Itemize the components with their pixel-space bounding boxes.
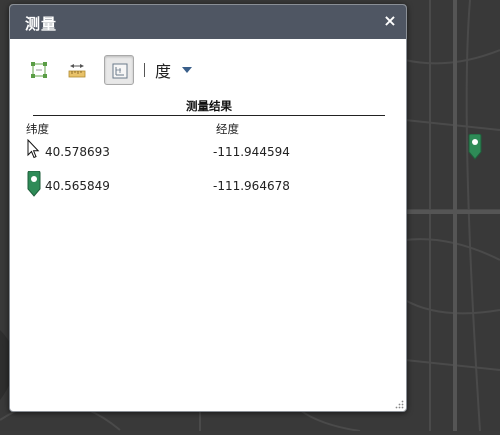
close-button[interactable]: × <box>382 12 398 30</box>
unit-selected-label: 度 <box>155 62 172 81</box>
measure-panel: 测量 × 度 测量结果 纬度 经度 40.578693 -111.944594 … <box>9 4 407 412</box>
area-tool-button[interactable] <box>24 55 54 85</box>
location-tool-button[interactable] <box>104 55 134 85</box>
unit-dropdown[interactable]: 度 <box>155 58 193 82</box>
map-marker-pin[interactable] <box>467 134 483 160</box>
result-row-marker: 40.565849 -111.964678 <box>26 171 386 197</box>
resize-grip-icon[interactable] <box>395 400 404 409</box>
location-measure-icon <box>112 63 128 79</box>
result-row-cursor: 40.578693 -111.944594 <box>26 139 386 165</box>
panel-title: 测量 <box>25 15 58 33</box>
longitude-value: -111.964678 <box>213 179 290 193</box>
longitude-column-header: 经度 <box>216 122 239 136</box>
toolbar-separator <box>144 63 145 77</box>
green-marker-icon <box>27 171 41 197</box>
chevron-down-icon <box>182 67 193 73</box>
latitude-value: 40.565849 <box>45 179 110 193</box>
distance-measure-icon <box>68 64 86 78</box>
longitude-value: -111.944594 <box>213 145 290 159</box>
area-measure-icon <box>31 62 47 78</box>
results-heading: 测量结果 <box>33 98 385 116</box>
distance-tool-button[interactable] <box>62 55 92 85</box>
measure-toolbar: 度 <box>24 55 396 85</box>
latitude-value: 40.578693 <box>45 145 110 159</box>
cursor-icon <box>27 139 40 159</box>
panel-header[interactable]: 测量 × <box>10 5 406 39</box>
latitude-column-header: 纬度 <box>26 122 49 136</box>
